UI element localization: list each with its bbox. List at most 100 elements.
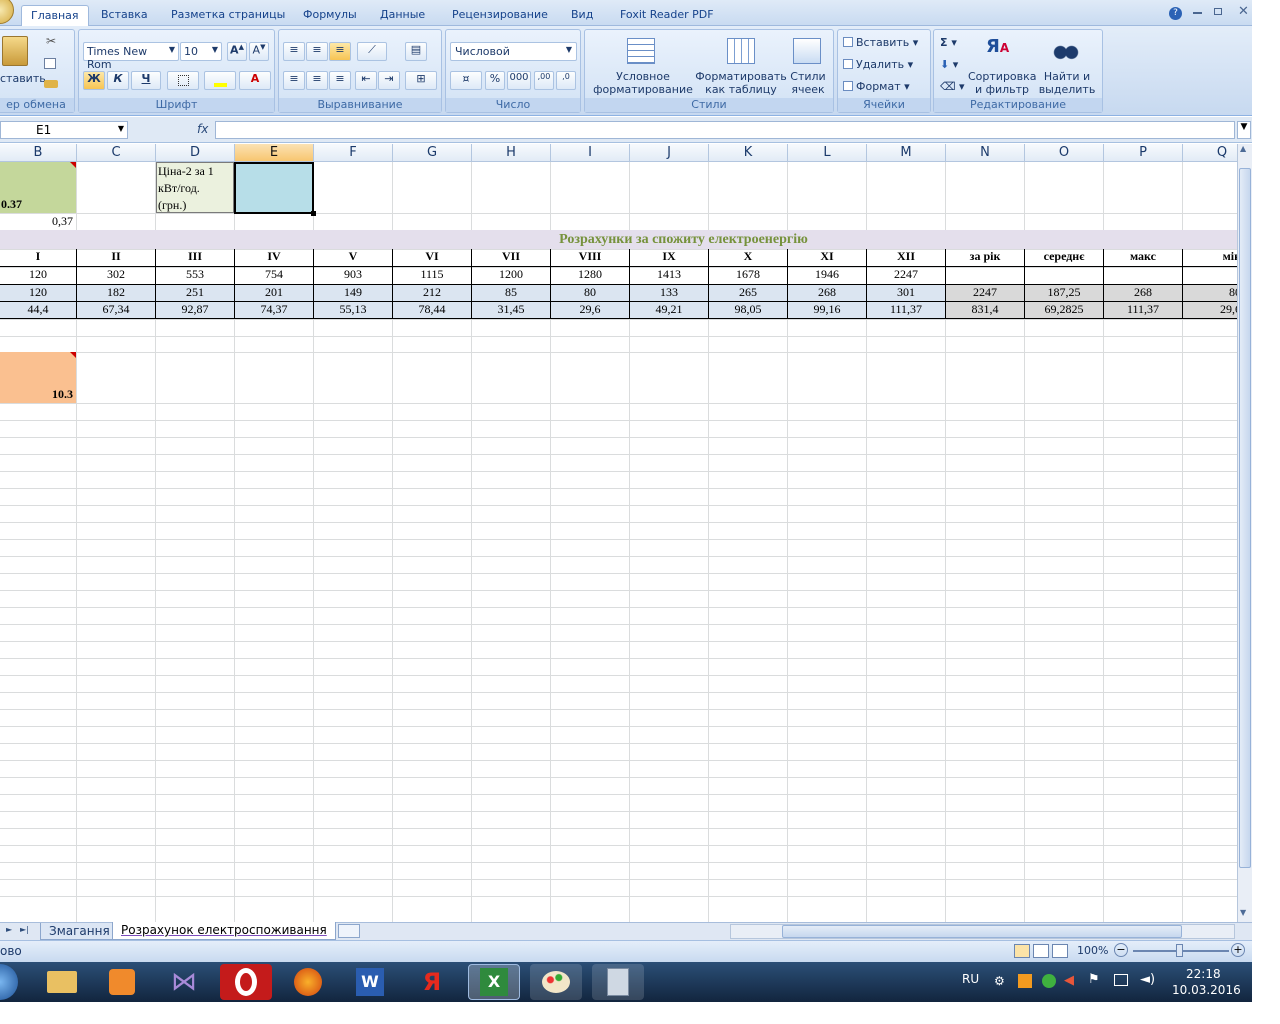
table-cell[interactable] bbox=[946, 267, 1025, 285]
table-cell[interactable]: 49,21 bbox=[630, 302, 709, 319]
table-cell[interactable] bbox=[1104, 267, 1183, 285]
normal-view-icon[interactable] bbox=[1014, 944, 1030, 958]
table-cell[interactable]: 1115 bbox=[393, 267, 472, 285]
increase-decimal-button[interactable]: ,00 bbox=[534, 71, 554, 90]
column-header-i[interactable]: I bbox=[551, 144, 630, 162]
table-cell[interactable]: 29,6 bbox=[1183, 302, 1237, 319]
column-header-p[interactable]: P bbox=[1104, 144, 1183, 162]
table-title[interactable]: Розрахунки за спожиту електроенергію bbox=[0, 230, 1237, 249]
font-size-combo[interactable]: 10 ▼ bbox=[180, 42, 222, 61]
table-cell[interactable]: 55,13 bbox=[314, 302, 393, 319]
table-cell[interactable]: 1946 bbox=[788, 267, 867, 285]
align-middle-button[interactable]: ≡ bbox=[306, 42, 328, 61]
name-box[interactable]: E1 ▼ bbox=[0, 121, 128, 139]
formula-input[interactable] bbox=[215, 121, 1235, 139]
italic-button[interactable]: К bbox=[107, 71, 129, 90]
paste-button[interactable]: ставить bbox=[0, 72, 46, 85]
minimize-icon[interactable] bbox=[1193, 12, 1202, 14]
visual-studio-icon[interactable]: ⋈ bbox=[158, 964, 210, 1000]
insert-cells-button[interactable]: Вставить ▾ bbox=[843, 36, 918, 49]
table-cell[interactable]: 92,87 bbox=[156, 302, 235, 319]
language-indicator[interactable]: RU bbox=[962, 972, 979, 986]
cut-icon[interactable]: ✂ bbox=[46, 34, 56, 48]
tab-formulas[interactable]: Формулы bbox=[303, 5, 357, 26]
column-header-j[interactable]: J bbox=[630, 144, 709, 162]
month-header[interactable]: IV bbox=[235, 249, 314, 267]
column-header-e[interactable]: E bbox=[235, 144, 314, 162]
fx-button[interactable]: fx bbox=[197, 122, 208, 136]
cell-b8[interactable]: 10.3 bbox=[0, 352, 76, 403]
fill-color-button[interactable] bbox=[204, 71, 236, 90]
tab-home[interactable]: Главная bbox=[21, 5, 89, 26]
yandex-browser-icon[interactable]: Я bbox=[406, 964, 458, 1000]
clock-date[interactable]: 10.03.2016 bbox=[1172, 983, 1241, 997]
table-cell[interactable]: 831,4 bbox=[946, 302, 1025, 319]
cell-b2[interactable]: 0,37 bbox=[0, 214, 76, 230]
summary-header[interactable]: мін bbox=[1183, 249, 1237, 267]
table-cell[interactable]: 120 bbox=[0, 267, 77, 285]
zoom-out-icon[interactable]: − bbox=[1114, 943, 1128, 957]
table-cell[interactable]: 67,34 bbox=[77, 302, 156, 319]
tray-antivirus-icon[interactable]: ◀ bbox=[1064, 973, 1074, 988]
expand-formula-icon[interactable]: ▼ bbox=[1237, 121, 1251, 139]
table-cell[interactable]: 31,45 bbox=[472, 302, 551, 319]
tab-foxit[interactable]: Foxit Reader PDF bbox=[620, 5, 714, 26]
table-cell[interactable]: 265 bbox=[709, 285, 788, 302]
tab-review[interactable]: Рецензирование bbox=[452, 5, 548, 26]
calculator-icon[interactable] bbox=[592, 964, 644, 1000]
month-header[interactable]: X bbox=[709, 249, 788, 267]
column-header-g[interactable]: G bbox=[393, 144, 472, 162]
percent-button[interactable]: % bbox=[485, 71, 505, 90]
currency-button[interactable]: ¤ bbox=[450, 71, 482, 90]
table-cell[interactable]: 251 bbox=[156, 285, 235, 302]
clear-button[interactable]: ⌫ ▾ bbox=[940, 80, 965, 93]
grow-font-button[interactable]: A▲ bbox=[227, 42, 247, 61]
table-cell[interactable]: 111,37 bbox=[867, 302, 946, 319]
number-format-combo[interactable]: Числовой ▼ bbox=[450, 42, 577, 61]
copy-icon[interactable] bbox=[44, 58, 56, 69]
summary-header[interactable]: за рік bbox=[946, 249, 1025, 267]
decrease-indent-button[interactable]: ⇤ bbox=[355, 71, 377, 90]
table-cell[interactable]: 1678 bbox=[709, 267, 788, 285]
table-cell[interactable]: 187,25 bbox=[1025, 285, 1104, 302]
cell-e1-selected[interactable] bbox=[234, 162, 314, 214]
table-cell[interactable]: 754 bbox=[235, 267, 314, 285]
word-icon[interactable]: W bbox=[344, 964, 396, 1000]
scroll-thumb[interactable] bbox=[1239, 168, 1251, 868]
table-cell[interactable]: 182 bbox=[77, 285, 156, 302]
tab-data[interactable]: Данные bbox=[380, 5, 425, 26]
sort-filter-button[interactable]: Сортировка и фильтр bbox=[968, 70, 1037, 96]
opera-icon[interactable] bbox=[220, 964, 272, 1000]
table-cell[interactable]: 149 bbox=[314, 285, 393, 302]
table-cell[interactable]: 301 bbox=[867, 285, 946, 302]
month-header[interactable]: VII bbox=[472, 249, 551, 267]
tab-page-layout[interactable]: Разметка страницы bbox=[171, 5, 285, 26]
volume-icon[interactable]: ◄) bbox=[1140, 972, 1155, 987]
column-header-h[interactable]: H bbox=[472, 144, 551, 162]
month-header[interactable]: VI bbox=[393, 249, 472, 267]
bold-button[interactable]: Ж bbox=[83, 71, 105, 90]
help-icon[interactable]: ? bbox=[1169, 7, 1182, 20]
decrease-decimal-button[interactable]: ,0 bbox=[556, 71, 576, 90]
scroll-down-icon[interactable]: ▼ bbox=[1240, 908, 1246, 917]
table-cell[interactable]: 80 bbox=[551, 285, 630, 302]
sheet-nav-last-icon[interactable]: ►| bbox=[20, 925, 29, 934]
cell-styles-button[interactable]: Стили ячеек bbox=[785, 70, 831, 96]
action-center-flag-icon[interactable]: ⚑ bbox=[1088, 972, 1100, 987]
fill-button[interactable]: ⬇ ▾ bbox=[940, 58, 958, 71]
cell-d1[interactable]: Ціна-2 за 1 кВт/год. (грн.) bbox=[156, 162, 234, 213]
scroll-up-icon[interactable]: ▲ bbox=[1240, 144, 1246, 153]
media-player-icon[interactable] bbox=[96, 964, 148, 1000]
table-cell[interactable]: 212 bbox=[393, 285, 472, 302]
worksheet-grid[interactable]: B C D E F G H I J K L M N O P Q 0.37 Цін… bbox=[0, 144, 1237, 922]
horizontal-scroll-thumb[interactable] bbox=[782, 925, 1182, 938]
font-name-combo[interactable]: Times New Rom ▼ bbox=[83, 42, 179, 71]
format-painter-icon[interactable] bbox=[44, 80, 58, 88]
fill-handle[interactable] bbox=[311, 211, 316, 216]
column-header-f[interactable]: F bbox=[314, 144, 393, 162]
column-header-q[interactable]: Q bbox=[1183, 144, 1237, 162]
page-break-view-icon[interactable] bbox=[1052, 944, 1068, 958]
table-cell[interactable]: 268 bbox=[1104, 285, 1183, 302]
tab-view[interactable]: Вид bbox=[571, 5, 593, 26]
font-color-button[interactable]: A bbox=[239, 71, 271, 90]
